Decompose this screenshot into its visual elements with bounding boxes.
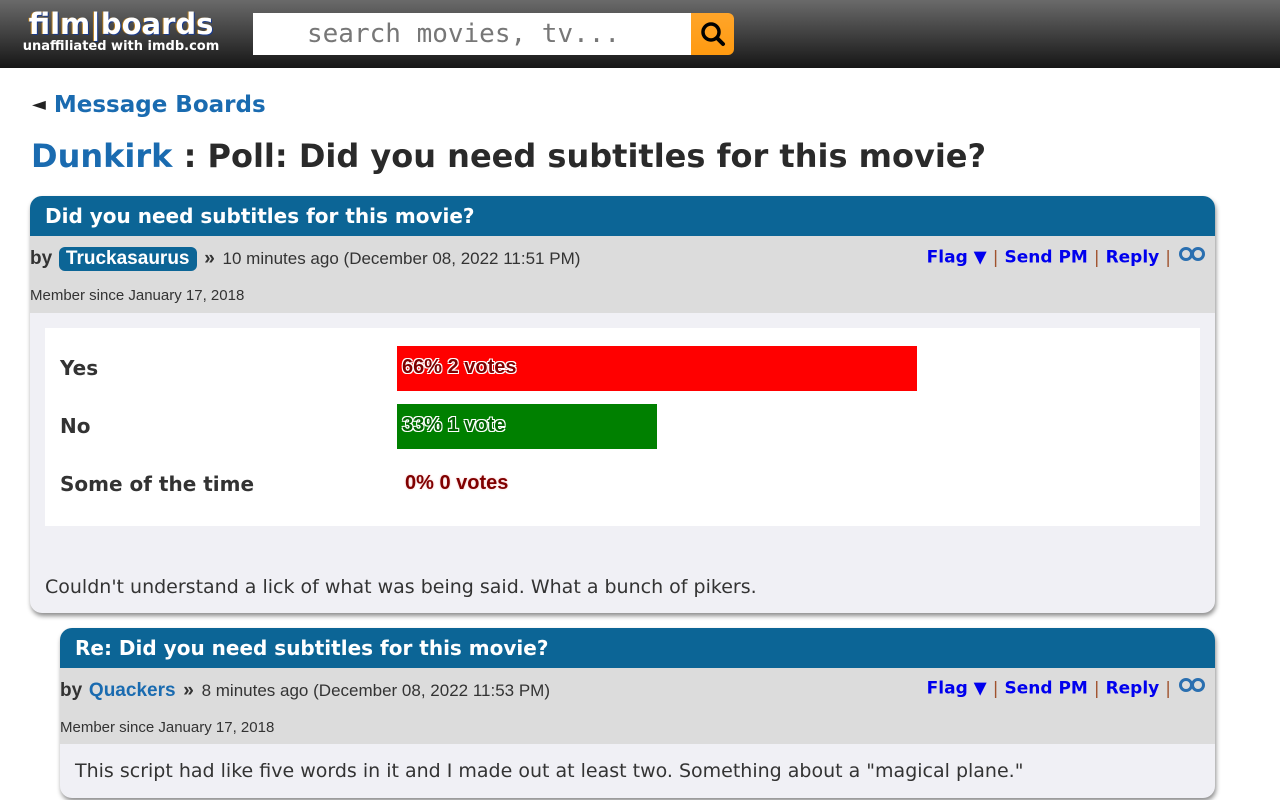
send-pm-link[interactable]: Send PM: [1004, 679, 1087, 699]
topic-title: Poll: Did you need subtitles for this mo…: [207, 137, 987, 175]
reply-link[interactable]: Reply: [1106, 248, 1160, 268]
flag-dropdown[interactable]: Flag ▼: [927, 679, 987, 699]
byline: by Quackers » 8 minutes ago (December 08…: [60, 680, 550, 702]
poll-option: Yes 66% 2 votes: [60, 346, 1180, 391]
breadcrumb: ◄ Message Boards: [32, 92, 266, 118]
reply-link[interactable]: Reply: [1106, 679, 1160, 699]
send-pm-link[interactable]: Send PM: [1004, 248, 1087, 268]
post-body: Couldn't understand a lick of what was b…: [45, 576, 757, 598]
post-body: This script had like five words in it an…: [75, 760, 1024, 782]
post-actions: Flag ▼ | Send PM | Reply |: [927, 678, 1207, 699]
post-reply: Re: Did you need subtitles for this movi…: [60, 628, 1215, 798]
time-ago: 10 minutes ago: [222, 249, 339, 268]
divider: |: [992, 678, 999, 699]
title-separator: :: [172, 137, 208, 175]
poll: Yes 66% 2 votes No 33% 1 vote Some of th…: [45, 328, 1200, 526]
by-label: by: [30, 248, 53, 269]
post-actions: Flag ▼ | Send PM | Reply |: [927, 247, 1207, 268]
author-link[interactable]: Quackers: [89, 680, 176, 701]
flag-dropdown[interactable]: Flag ▼: [927, 248, 987, 268]
logo-subtitle: unaffiliated with imdb.com: [22, 39, 220, 54]
board-link[interactable]: Dunkirk: [31, 137, 172, 175]
byline: by Truckasaurus » 10 minutes ago (Decemb…: [30, 247, 580, 271]
poll-option-label: Some of the time: [60, 472, 255, 496]
poll-option-label: Yes: [60, 356, 99, 380]
poll-result-text: 66% 2 votes: [402, 356, 517, 378]
divider: |: [1165, 678, 1171, 699]
top-bar: film|boards unaffiliated with imdb.com: [0, 0, 1280, 68]
poll-result-text: 0% 0 votes: [405, 472, 509, 494]
post-timestamp: (December 08, 2022 11:51 PM): [343, 249, 581, 268]
poll-result-text: 33% 1 vote: [402, 414, 506, 436]
search-input[interactable]: [253, 13, 691, 55]
post-meta: by Quackers » 8 minutes ago (December 08…: [60, 668, 1215, 744]
poll-option: Some of the time 0% 0 votes: [60, 462, 1180, 507]
back-arrow-icon: ◄: [32, 94, 46, 115]
post-meta: by Truckasaurus » 10 minutes ago (Decemb…: [30, 236, 1215, 313]
by-label: by: [60, 680, 83, 701]
member-since: Member since January 17, 2018: [60, 719, 275, 736]
message-boards-link[interactable]: Message Boards: [54, 92, 266, 118]
post-timestamp: (December 08, 2022 11:53 PM): [313, 681, 550, 700]
logo-title: film|boards: [28, 7, 214, 41]
divider: |: [1093, 247, 1100, 268]
permalink-icon[interactable]: [1177, 246, 1207, 267]
raquo: »: [183, 680, 194, 701]
divider: |: [1093, 678, 1100, 699]
permalink-icon[interactable]: [1177, 677, 1207, 698]
divider: |: [992, 247, 999, 268]
site-logo[interactable]: film|boards unaffiliated with imdb.com: [16, 8, 226, 54]
member-since: Member since January 17, 2018: [30, 287, 245, 304]
author-link[interactable]: Truckasaurus: [58, 247, 197, 271]
raquo: »: [204, 248, 215, 269]
time-ago: 8 minutes ago: [201, 681, 309, 700]
post-title: Did you need subtitles for this movie?: [30, 196, 1215, 236]
search-button[interactable]: [691, 13, 734, 55]
poll-option-label: No: [60, 414, 91, 438]
post-title: Re: Did you need subtitles for this movi…: [60, 628, 1215, 668]
magnifier-icon: [700, 22, 725, 46]
poll-option: No 33% 1 vote: [60, 404, 1180, 449]
page-title: Dunkirk : Poll: Did you need subtitles f…: [31, 137, 986, 175]
post-original: Did you need subtitles for this movie? b…: [30, 196, 1215, 613]
divider: |: [1165, 247, 1171, 268]
